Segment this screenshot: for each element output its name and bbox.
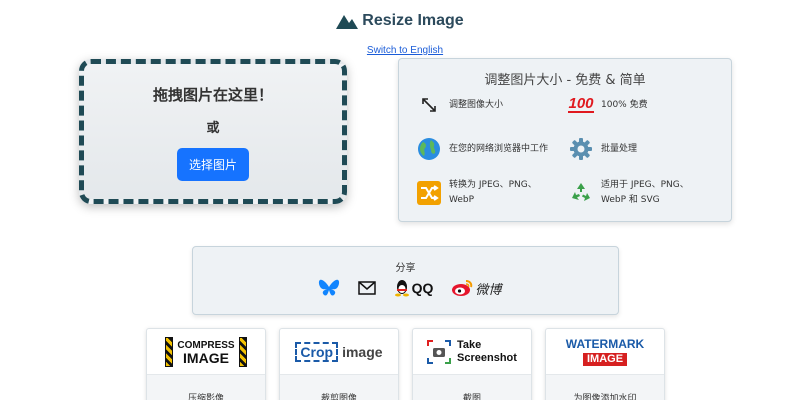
tool-label: 为图像添加水印 bbox=[546, 374, 664, 400]
share-title: 分享 bbox=[395, 263, 416, 274]
mountain-icon bbox=[336, 15, 359, 29]
share-qq-button[interactable]: QQ bbox=[394, 279, 434, 297]
tool-card-watermark[interactable]: WATERMARK IMAGE 为图像添加水印 bbox=[545, 328, 665, 400]
feature-item: 批量处理 bbox=[569, 137, 637, 161]
share-email-button[interactable] bbox=[357, 281, 376, 295]
qq-label: QQ bbox=[411, 280, 434, 296]
tool-label: 裁剪图像 bbox=[280, 374, 398, 400]
share-bluesky-button[interactable] bbox=[318, 278, 340, 298]
share-panel: 分享 QQ 微博 bbox=[192, 246, 619, 315]
resize-arrow-icon bbox=[417, 93, 441, 117]
tool-label: 压缩影像 bbox=[147, 374, 265, 400]
globe-icon bbox=[417, 137, 441, 161]
feature-item: 100 100% 免费 bbox=[568, 93, 648, 117]
watermark-image-logo: WATERMARK IMAGE bbox=[565, 337, 645, 366]
tool-card-compress[interactable]: COMPRESS IMAGE 压缩影像 bbox=[146, 328, 266, 400]
feature-item: 调整图像大小 bbox=[417, 93, 503, 117]
feature-text: 调整图像大小 bbox=[449, 99, 504, 110]
choose-image-button[interactable]: 选择图片 bbox=[176, 148, 249, 181]
feature-item: 适用于 JPEG、PNG、WebP 和 SVG bbox=[569, 178, 711, 208]
gear-icon bbox=[569, 137, 593, 161]
switch-language-link[interactable]: Switch to English bbox=[0, 45, 800, 56]
dropzone-title: 拖拽图片在这里！ bbox=[152, 86, 273, 104]
share-weibo-button[interactable]: 微博 bbox=[451, 279, 501, 298]
qq-icon bbox=[394, 280, 409, 297]
feature-item: 转换为 JPEG、PNG、WebP bbox=[417, 178, 549, 208]
brand-title[interactable]: Resize Image bbox=[362, 12, 463, 30]
header: Resize Image bbox=[0, 12, 800, 30]
bluesky-icon bbox=[318, 279, 339, 296]
weibo-label: 微博 bbox=[475, 282, 502, 298]
feature-text: 在您的网络浏览器中工作 bbox=[449, 143, 549, 154]
feature-text: 适用于 JPEG、PNG、WebP 和 SVG bbox=[601, 180, 689, 205]
tool-card-screenshot[interactable]: Take Screenshot 截图 bbox=[412, 328, 532, 400]
email-icon bbox=[357, 281, 376, 295]
feature-text: 100% 免费 bbox=[601, 99, 648, 110]
tool-card-crop[interactable]: Crop image 裁剪图像 bbox=[279, 328, 399, 400]
dropzone-or-text: 或 bbox=[206, 121, 220, 136]
hundred-points-icon: 100 bbox=[568, 95, 594, 113]
compress-image-logo: COMPRESS IMAGE bbox=[147, 329, 265, 374]
tool-label: 截图 bbox=[413, 374, 531, 400]
recycle-icon bbox=[569, 181, 593, 205]
camera-frame-icon bbox=[427, 339, 452, 364]
features-title: 调整图片大小 - 免费 & 简单 bbox=[484, 73, 646, 88]
shuffle-icon bbox=[417, 181, 441, 205]
crop-image-logo: Crop image bbox=[280, 329, 398, 374]
feature-text: 批量处理 bbox=[601, 143, 638, 154]
share-icons: QQ 微博 bbox=[193, 278, 618, 298]
feature-item: 在您的网络浏览器中工作 bbox=[417, 137, 548, 161]
feature-text: 转换为 JPEG、PNG、WebP bbox=[449, 180, 537, 205]
image-dropzone[interactable]: 拖拽图片在这里！ 或 选择图片 bbox=[79, 59, 347, 204]
weibo-icon bbox=[452, 280, 473, 296]
screenshot-logo: Take Screenshot bbox=[413, 329, 531, 374]
features-panel: 调整图片大小 - 免费 & 简单 调整图像大小 100 100% 免费 在您的网… bbox=[398, 58, 732, 222]
